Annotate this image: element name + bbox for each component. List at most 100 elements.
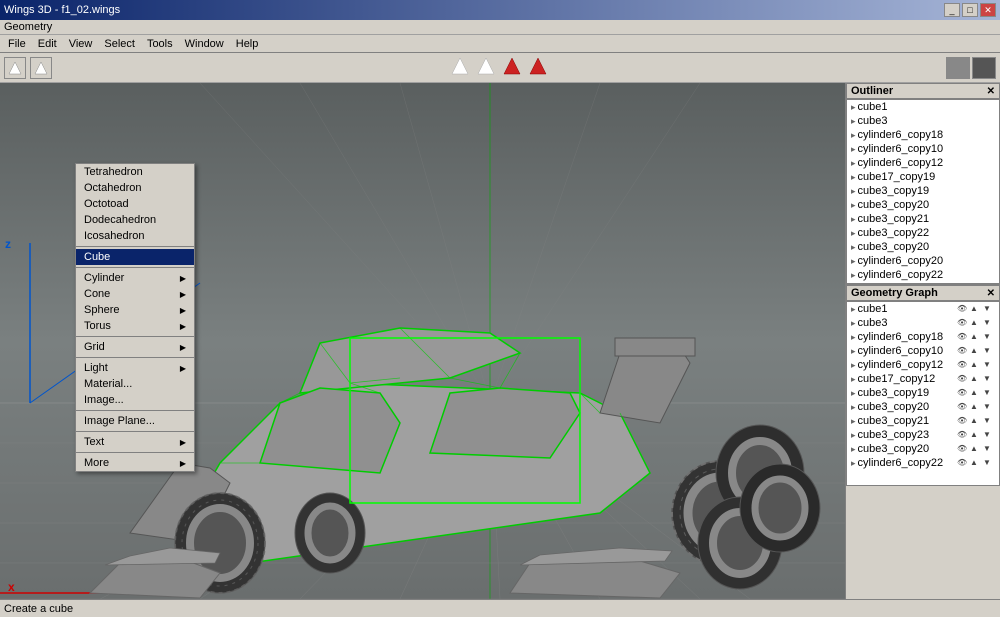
ctx-item-image___[interactable]: Image... <box>76 392 194 408</box>
ctx-item-image_plane___[interactable]: Image Plane... <box>76 413 194 429</box>
list-item[interactable]: ▸cylinder6_copy18 <box>847 128 999 142</box>
list-item[interactable]: ▸ cylinder6_copy10 👁 ▲ ▼ <box>847 344 999 358</box>
arrow-down-icon[interactable]: ▼ <box>983 346 995 356</box>
ctx-item-tetrahedron[interactable]: Tetrahedron <box>76 164 194 180</box>
arrow-down-icon[interactable]: ▼ <box>983 430 995 440</box>
visibility-icon[interactable]: 👁 <box>957 444 969 454</box>
visibility-icon[interactable]: 👁 <box>957 430 969 440</box>
arrow-up-icon[interactable]: ▲ <box>970 374 982 384</box>
visibility-icon[interactable]: 👁 <box>957 304 969 314</box>
ctx-item-cube[interactable]: Cube <box>76 249 194 265</box>
viewport[interactable]: x z <box>0 83 845 599</box>
menu-item-file[interactable]: File <box>2 37 32 51</box>
arrow-down-icon[interactable]: ▼ <box>983 332 995 342</box>
ctx-item-grid[interactable]: Grid▶ <box>76 339 194 355</box>
list-item[interactable]: ▸ cylinder6_copy22 👁 ▲ ▼ <box>847 456 999 470</box>
ctx-item-octotoad[interactable]: Octotoad <box>76 196 194 212</box>
arrow-up-icon[interactable]: ▲ <box>970 444 982 454</box>
visibility-icon[interactable]: 👁 <box>957 388 969 398</box>
arrow-up-icon[interactable]: ▲ <box>970 332 982 342</box>
minimize-button[interactable]: _ <box>944 3 960 17</box>
list-item[interactable]: ▸ cube3_copy19 👁 ▲ ▼ <box>847 386 999 400</box>
ctx-item-material___[interactable]: Material... <box>76 376 194 392</box>
close-button[interactable]: ✕ <box>980 3 996 17</box>
arrow-up-icon[interactable]: ▲ <box>970 304 982 314</box>
list-item[interactable]: ▸cube3_copy21 <box>847 212 999 226</box>
arrow-down-icon[interactable]: ▼ <box>983 388 995 398</box>
list-item[interactable]: ▸cube3_copy19 <box>847 184 999 198</box>
list-item[interactable]: ▸ cube3_copy20 👁 ▲ ▼ <box>847 400 999 414</box>
list-item[interactable]: ▸cube3_copy20 <box>847 198 999 212</box>
arrow-up-icon[interactable]: ▲ <box>970 458 982 468</box>
list-item[interactable]: ▸ cube3_copy23 👁 ▲ ▼ <box>847 428 999 442</box>
arrow-down-icon[interactable]: ▼ <box>983 304 995 314</box>
arrow-down-icon[interactable]: ▼ <box>983 374 995 384</box>
visibility-icon[interactable]: 👁 <box>957 416 969 426</box>
list-item[interactable]: ▸ cylinder6_copy18 👁 ▲ ▼ <box>847 330 999 344</box>
list-item[interactable]: ▸cylinder6_copy22 <box>847 268 999 282</box>
arrow-up-icon[interactable]: ▲ <box>970 416 982 426</box>
ctx-item-light[interactable]: Light▶ <box>76 360 194 376</box>
arrow-up-icon[interactable]: ▲ <box>970 360 982 370</box>
toolbar-btn-2[interactable] <box>30 57 52 79</box>
list-item[interactable]: ▸ cube3 👁 ▲ ▼ <box>847 316 999 330</box>
ctx-item-dodecahedron[interactable]: Dodecahedron <box>76 212 194 228</box>
ctx-item-octahedron[interactable]: Octahedron <box>76 180 194 196</box>
ctx-item-sphere[interactable]: Sphere▶ <box>76 302 194 318</box>
list-item[interactable]: ▸cylinder6_copy20 <box>847 254 999 268</box>
arrow-up-icon[interactable]: ▲ <box>970 388 982 398</box>
geo-graph-close[interactable]: ✕ <box>987 288 995 299</box>
menu-item-help[interactable]: Help <box>230 37 265 51</box>
ctx-item-icosahedron[interactable]: Icosahedron <box>76 228 194 244</box>
menu-item-tools[interactable]: Tools <box>141 37 179 51</box>
menu-item-view[interactable]: View <box>63 37 99 51</box>
list-item[interactable]: ▸cylinder6_copy12 <box>847 156 999 170</box>
render-btn-2[interactable] <box>972 57 996 79</box>
view-tri-1[interactable] <box>451 57 469 78</box>
menu-item-edit[interactable]: Edit <box>32 37 63 51</box>
arrow-up-icon[interactable]: ▲ <box>970 318 982 328</box>
menu-item-window[interactable]: Window <box>179 37 230 51</box>
arrow-down-icon[interactable]: ▼ <box>983 458 995 468</box>
view-tri-2[interactable] <box>477 57 495 78</box>
list-item[interactable]: ▸ cube17_copy12 👁 ▲ ▼ <box>847 372 999 386</box>
list-item[interactable]: ▸cube17_copy19 <box>847 170 999 184</box>
visibility-icon[interactable]: 👁 <box>957 402 969 412</box>
outliner-list[interactable]: ▸cube1▸cube3▸cylinder6_copy18▸cylinder6_… <box>846 99 1000 284</box>
visibility-icon[interactable]: 👁 <box>957 346 969 356</box>
ctx-item-more[interactable]: More▶ <box>76 455 194 471</box>
list-item[interactable]: ▸cube1 <box>847 100 999 114</box>
visibility-icon[interactable]: 👁 <box>957 374 969 384</box>
list-item[interactable]: ▸cube3_copy20 <box>847 240 999 254</box>
arrow-up-icon[interactable]: ▲ <box>970 402 982 412</box>
list-item[interactable]: ▸cylinder6_copy10 <box>847 142 999 156</box>
arrow-down-icon[interactable]: ▼ <box>983 416 995 426</box>
maximize-button[interactable]: □ <box>962 3 978 17</box>
outliner-close[interactable]: ✕ <box>987 86 995 97</box>
render-btn-1[interactable] <box>946 57 970 79</box>
visibility-icon[interactable]: 👁 <box>957 360 969 370</box>
view-tri-3[interactable] <box>503 57 521 78</box>
ctx-item-torus[interactable]: Torus▶ <box>76 318 194 334</box>
geo-graph-list[interactable]: ▸ cube1 👁 ▲ ▼ ▸ cube3 👁 ▲ ▼ ▸ cylinder6_… <box>846 301 1000 486</box>
ctx-item-cone[interactable]: Cone▶ <box>76 286 194 302</box>
visibility-icon[interactable]: 👁 <box>957 458 969 468</box>
arrow-up-icon[interactable]: ▲ <box>970 346 982 356</box>
list-item[interactable]: ▸cube3_copy22 <box>847 226 999 240</box>
arrow-down-icon[interactable]: ▼ <box>983 318 995 328</box>
arrow-down-icon[interactable]: ▼ <box>983 402 995 412</box>
ctx-item-cylinder[interactable]: Cylinder▶ <box>76 270 194 286</box>
menu-item-select[interactable]: Select <box>98 37 141 51</box>
list-item[interactable]: ▸ cube3_copy21 👁 ▲ ▼ <box>847 414 999 428</box>
arrow-up-icon[interactable]: ▲ <box>970 430 982 440</box>
visibility-icon[interactable]: 👁 <box>957 332 969 342</box>
list-item[interactable]: ▸ cube1 👁 ▲ ▼ <box>847 302 999 316</box>
list-item[interactable]: ▸ cylinder6_copy12 👁 ▲ ▼ <box>847 358 999 372</box>
list-item[interactable]: ▸ cube3_copy20 👁 ▲ ▼ <box>847 442 999 456</box>
ctx-item-text[interactable]: Text▶ <box>76 434 194 450</box>
view-tri-4[interactable] <box>529 57 547 78</box>
list-item[interactable]: ▸cube3 <box>847 114 999 128</box>
arrow-down-icon[interactable]: ▼ <box>983 360 995 370</box>
visibility-icon[interactable]: 👁 <box>957 318 969 328</box>
toolbar-btn-1[interactable] <box>4 57 26 79</box>
